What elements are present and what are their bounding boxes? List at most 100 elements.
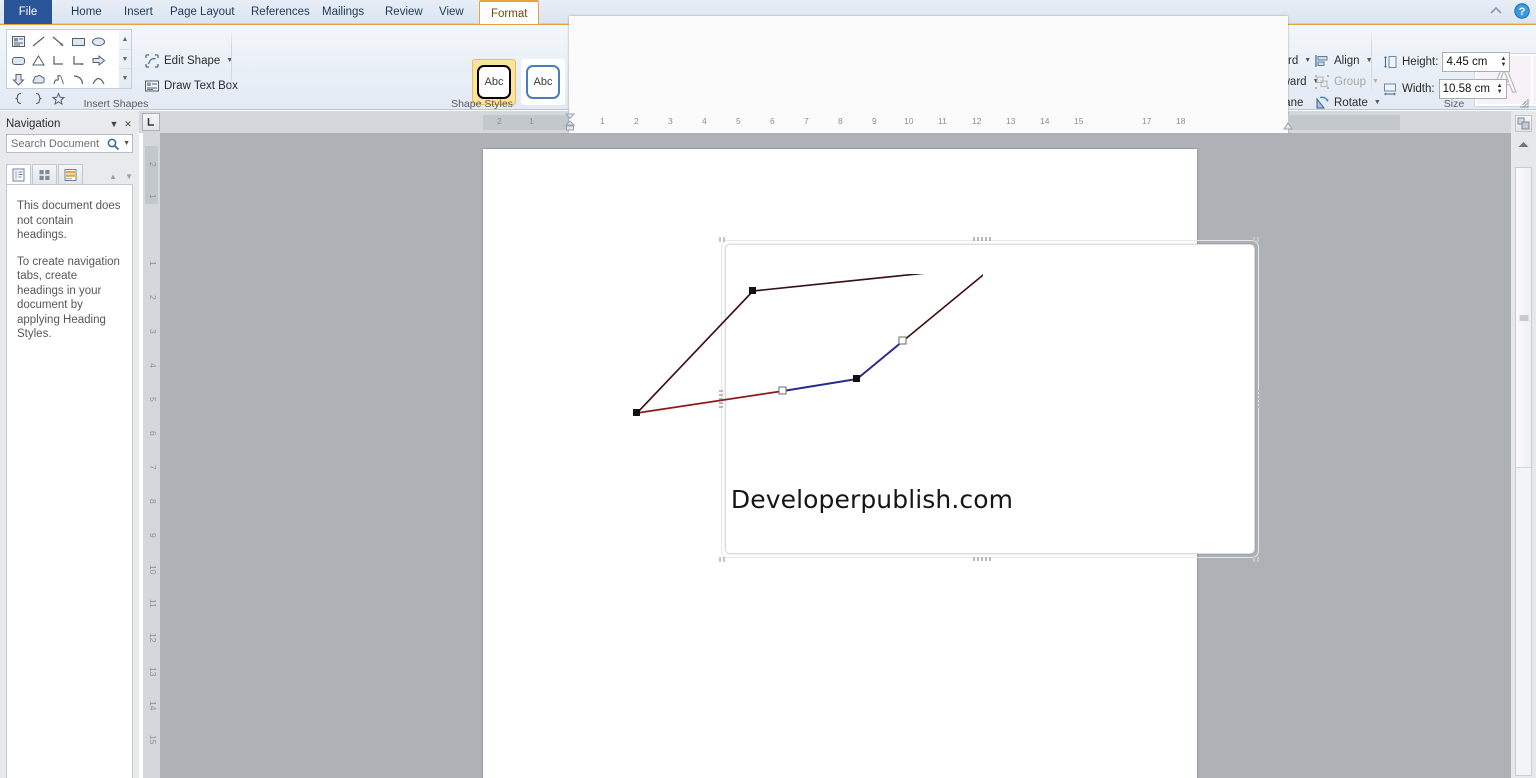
tab-page-layout[interactable]: Page Layout xyxy=(159,0,246,24)
document-text[interactable]: Developerpublish.com xyxy=(647,485,1097,514)
width-input[interactable]: 10.58 cm ▲ ▼ xyxy=(1438,79,1507,99)
select-browse-object-button[interactable] xyxy=(1515,115,1532,132)
cloud-icon[interactable] xyxy=(28,70,48,89)
scribble-icon[interactable] xyxy=(48,70,68,89)
navigation-dropdown-icon[interactable]: ▼ xyxy=(107,117,121,131)
browse-headings-tab[interactable] xyxy=(6,164,31,185)
insert-shapes-scrollbar[interactable]: ▲ ▼ ▼ xyxy=(119,29,132,89)
down-arrow-icon[interactable] xyxy=(8,70,28,89)
vertex-handle-smooth xyxy=(778,386,787,395)
vruler-tick: 4 xyxy=(148,363,158,368)
shapes-more-icon[interactable]: ▼ xyxy=(119,69,131,88)
line-arrow-icon[interactable] xyxy=(48,32,68,51)
navigation-close-icon[interactable]: ✕ xyxy=(121,117,135,131)
elbow-arrow-connector-icon[interactable] xyxy=(68,51,88,70)
size-dialog-launcher[interactable] xyxy=(1519,98,1530,109)
vruler-tick: 14 xyxy=(148,701,158,711)
document-canvas[interactable]: Developerpublish.com xyxy=(160,133,1511,778)
ruler-tick-labels: 2 1 1 2 3 4 5 6 7 8 9 10 11 12 13 14 15 … xyxy=(483,116,1403,129)
frame-handle-top-right[interactable] xyxy=(1253,237,1261,242)
frame-handle-right[interactable] xyxy=(1257,390,1261,408)
triangle-down-icon[interactable]: ▼ xyxy=(125,172,133,181)
frame-handle-bottom[interactable] xyxy=(973,557,991,561)
scrollbar-thumb[interactable] xyxy=(1516,168,1531,468)
height-label: Height: xyxy=(1402,56,1439,68)
ruler-tick: 7 xyxy=(804,116,809,126)
draw-text-box-button[interactable]: Draw Text Box xyxy=(140,75,242,96)
tab-file[interactable]: File xyxy=(4,0,52,24)
help-icon[interactable]: ? xyxy=(1514,3,1530,19)
tab-references[interactable]: References xyxy=(240,0,321,24)
shapes-scroll-down-icon[interactable]: ▼ xyxy=(119,50,131,70)
navigation-message-2: To create navigation tabs, create headin… xyxy=(17,255,120,341)
rectangle-icon[interactable] xyxy=(68,32,88,51)
navigation-tabs: ▲ ▼ xyxy=(6,163,133,185)
word-window: File Home Insert Page Layout References … xyxy=(0,0,1536,778)
spin-down-icon[interactable]: ▼ xyxy=(1500,62,1506,68)
freeform-scribble-shape[interactable] xyxy=(593,274,983,454)
right-indent-marker[interactable] xyxy=(1283,122,1293,131)
tab-mailings[interactable]: Mailings xyxy=(311,0,375,24)
navigation-body: This document does not contain headings.… xyxy=(6,184,133,778)
triangle-icon[interactable] xyxy=(28,51,48,70)
indent-marker[interactable] xyxy=(565,113,575,132)
tab-review[interactable]: Review xyxy=(374,0,434,24)
search-placeholder: Search Document xyxy=(11,137,100,150)
group-icon xyxy=(1314,74,1330,90)
triangle-up-icon[interactable]: ▲ xyxy=(109,172,117,181)
previous-page-button[interactable] xyxy=(1515,137,1532,151)
frame-handle-bottom-right[interactable] xyxy=(1253,557,1261,562)
spin-down-icon[interactable]: ▼ xyxy=(1497,89,1503,95)
ruler-tick: 10 xyxy=(904,116,914,126)
ribbon-group-insert-shapes: ▲ ▼ ▼ Edit Shape ▼ Draw Text Box Insert … xyxy=(0,25,238,111)
vruler-tick: 7 xyxy=(148,465,158,470)
curve-icon[interactable] xyxy=(88,70,108,89)
height-input[interactable]: 4.45 cm ▲ ▼ xyxy=(1442,52,1511,72)
browse-results-tab[interactable] xyxy=(58,164,83,185)
tab-view[interactable]: View xyxy=(428,0,475,24)
oval-icon[interactable] xyxy=(88,32,108,51)
search-dropdown-icon[interactable]: ▼ xyxy=(123,140,130,147)
width-spinner[interactable]: ▲ ▼ xyxy=(1497,83,1503,95)
vertex-handle xyxy=(853,375,860,382)
text-box-icon[interactable] xyxy=(8,32,28,51)
shapes-scroll-up-icon[interactable]: ▲ xyxy=(119,30,131,50)
spin-up-icon[interactable]: ▲ xyxy=(1497,83,1503,89)
elbow-connector-icon[interactable] xyxy=(48,51,68,70)
frame-handle-top-left[interactable] xyxy=(719,237,727,242)
width-value: 10.58 cm xyxy=(1442,83,1490,95)
tab-format[interactable]: Format xyxy=(479,0,540,25)
ruler-tick: 4 xyxy=(702,116,707,126)
insert-shapes-gallery[interactable] xyxy=(6,29,126,105)
ruler-tick: 18 xyxy=(1176,116,1186,126)
height-spinner[interactable]: ▲ ▼ xyxy=(1500,56,1506,68)
arc-icon[interactable] xyxy=(68,70,88,89)
ruler-tick: 15 xyxy=(1074,116,1084,126)
frame-handle-top[interactable] xyxy=(973,237,991,241)
svg-text:?: ? xyxy=(1519,6,1526,18)
search-input[interactable]: Search Document ▼ xyxy=(6,134,133,153)
ruler-tick: 5 xyxy=(736,116,741,126)
vruler-tick: 1 xyxy=(148,261,158,266)
ruler-tick: 12 xyxy=(972,116,982,126)
scrollbar-track[interactable] xyxy=(1515,167,1532,776)
rounded-rectangle-icon[interactable] xyxy=(8,51,28,70)
line-icon[interactable] xyxy=(28,32,48,51)
browse-pages-tab[interactable] xyxy=(32,164,57,185)
vruler-tick: 2 xyxy=(148,162,158,167)
right-arrow-icon[interactable] xyxy=(88,51,108,70)
edit-shape-icon xyxy=(144,53,160,69)
tab-home[interactable]: Home xyxy=(60,0,113,24)
spin-up-icon[interactable]: ▲ xyxy=(1500,56,1506,62)
document-page[interactable]: Developerpublish.com xyxy=(483,149,1261,778)
minimize-ribbon-icon[interactable] xyxy=(1488,3,1504,19)
edit-shape-button[interactable]: Edit Shape ▼ xyxy=(140,50,242,71)
vruler-tick: 11 xyxy=(148,599,158,608)
frame-handle-bottom-left[interactable] xyxy=(719,557,727,562)
vertical-scrollbar[interactable] xyxy=(1511,111,1536,778)
search-icon[interactable] xyxy=(106,137,120,151)
tab-insert[interactable]: Insert xyxy=(113,0,164,24)
tab-stop-selector[interactable] xyxy=(142,113,160,131)
vruler-tick: 8 xyxy=(148,499,158,504)
insert-shapes-group-label: Insert Shapes xyxy=(83,98,149,110)
